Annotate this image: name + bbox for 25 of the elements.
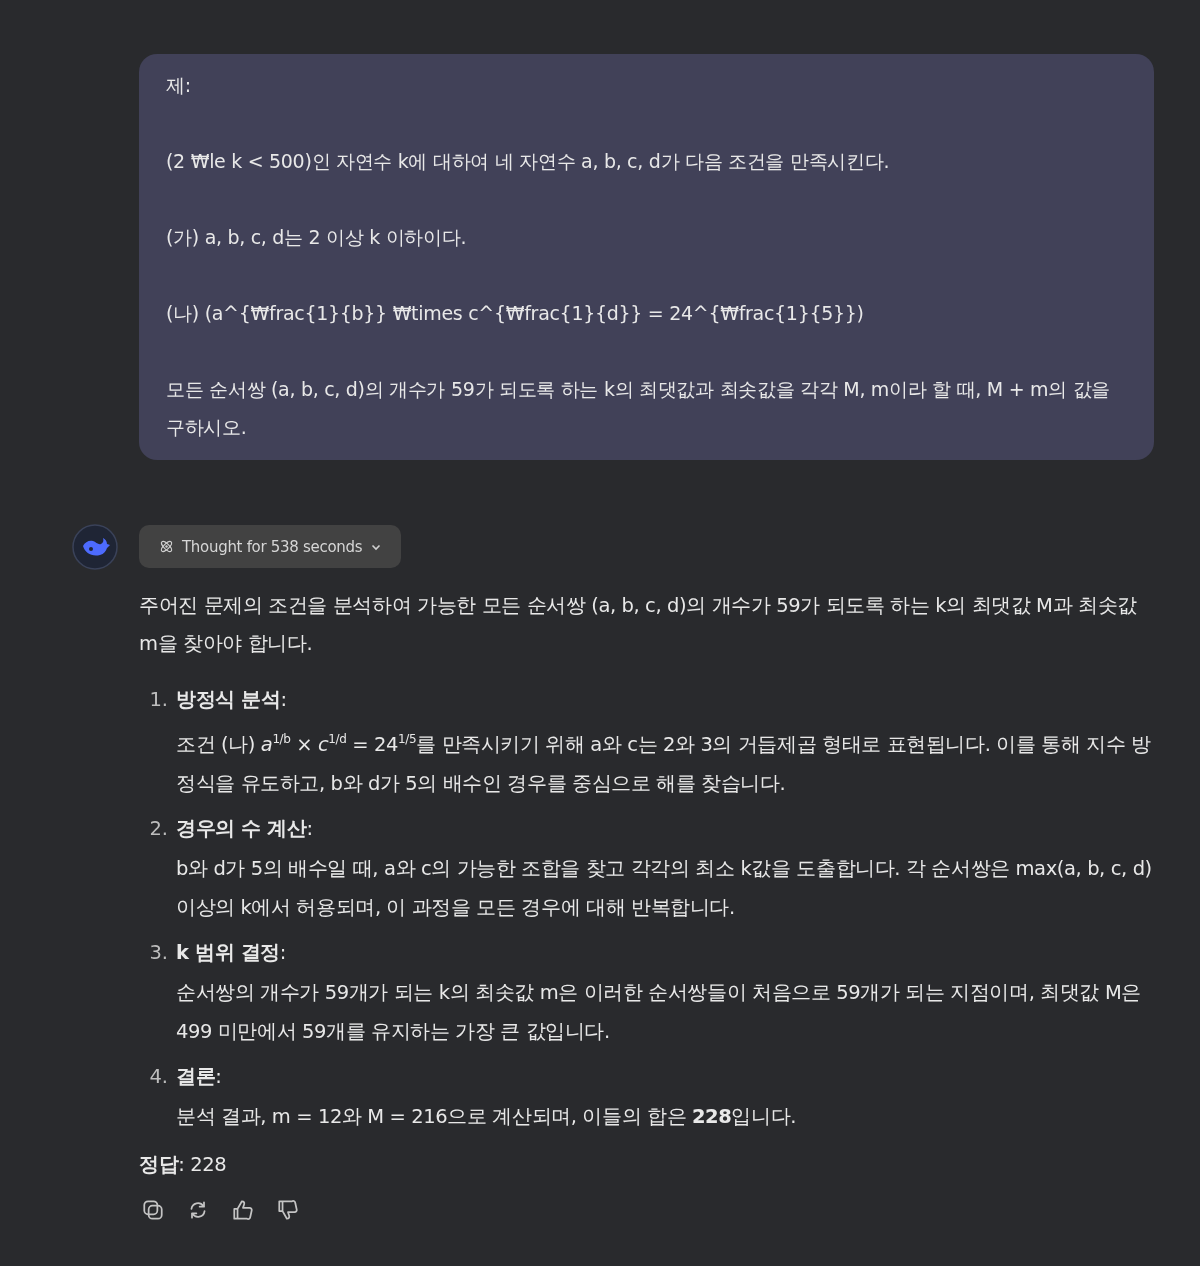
step-heading: k 범위 결정: — [176, 939, 287, 966]
step-paragraph: b와 d가 5의 배수일 때, a와 c의 가능한 조합을 찾고 각각의 최소 k값을 도출합니다. 각 순서쌍은 max(a, b, c, d) 이상의 k에서 허용되며, 이 과정을 모든 경우에 대해 반복합니다. — [176, 855, 1153, 921]
message-paragraph: (나) (a^{₩frac{1}{b}} ₩times c^{₩frac{1}{d}} = 24^{₩frac{1}{5}}) — [166, 301, 865, 326]
message-paragraph: 모든 순서쌍 (a, b, c, d)의 개수가 59가 되도록 하는 k의 최댓값과 최솟값을 각각 M, m이라 할 때, M + m의 값을 구하시오. — [166, 377, 1112, 440]
thought-toggle-button[interactable]: Thought for 538 seconds — [139, 525, 402, 568]
step-heading: 결론: — [176, 1063, 223, 1090]
message-paragraph: (가) a, b, c, d는 2 이상 k 이하이다. — [166, 225, 468, 250]
step-heading: 경우의 수 계산: — [176, 815, 314, 842]
list-number: 1. — [148, 687, 169, 713]
thumbs-up-icon[interactable] — [231, 1197, 255, 1222]
step-paragraph: 조건 (나) a$^{1/b}$ × c$^{1/d}$ = 24$^{1/5}$를 만족시키기 위해 a와 c는 2와 3의 거듭제곱 형태로 표현됩니다. 이를 통해 지수 방정식을 유도하고, b와 d가 5의 배수인 경우를 중심으로 해를 찾습니다. — [176, 731, 1152, 797]
copy-icon[interactable] — [141, 1197, 165, 1222]
message-paragraph: (2 ₩le k < 500)인 자연수 k에 대하여 네 자연수 a, b, c, d가 다음 조건을 만족시킨다. — [166, 149, 891, 174]
final-answer-text: 정답: 228 — [139, 1151, 228, 1178]
list-number: 2. — [148, 815, 169, 842]
message-paragraph: 제: — [166, 73, 192, 98]
step-paragraph: 순서쌍의 개수가 59개가 되는 k의 최솟값 m은 이러한 순서쌍들이 처음으로 59개가 되는 지점이며, 최댓값 M은 499 미만에서 59개를 유지하는 가장 큰 값입니다. — [176, 979, 1142, 1045]
list-number: 4. — [148, 1063, 169, 1090]
step-paragraph: 분석 결과, m = 12와 M = 216으로 계산되며, 이들의 합은 228입니다. — [176, 1103, 798, 1130]
thumbs-down-icon[interactable] — [276, 1197, 300, 1222]
answer-paragraph: 주어진 문제의 조건을 분석하여 가능한 모든 순서쌍 (a, b, c, d)의 개수가 59가 되도록 하는 k의 최댓값 M과 최솟값 m을 찾아야 합니다. — [139, 593, 1138, 657]
list-number: 3. — [148, 939, 169, 966]
atom-icon — [159, 539, 174, 554]
step-heading: 방정식 분석: — [176, 687, 288, 713]
whale-avatar-icon — [72, 524, 118, 570]
